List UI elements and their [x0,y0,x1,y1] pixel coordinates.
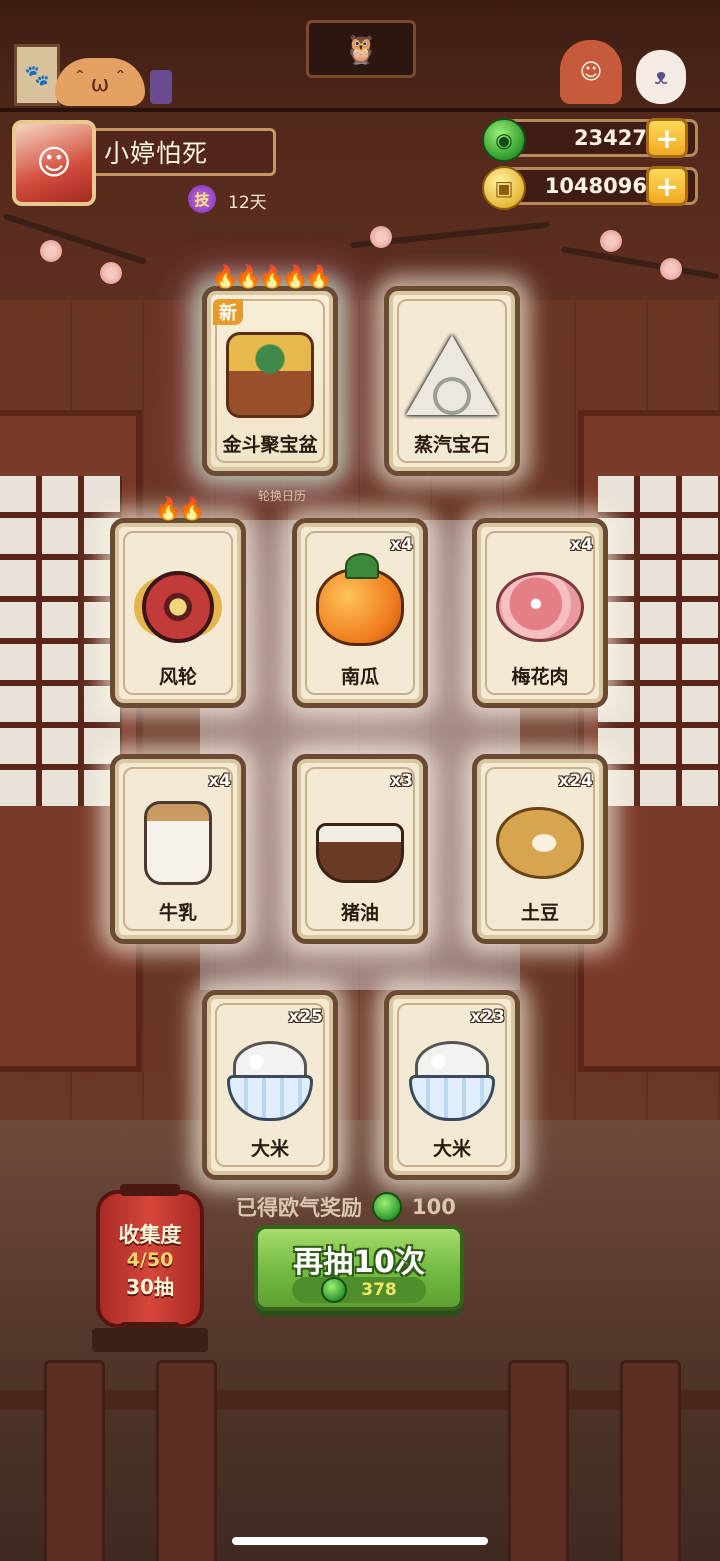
wind-wheel-icon [134,563,222,651]
swirl-icon [433,377,471,415]
player-name: 小婷怕死 [104,139,209,168]
white-cat-icon: ᴥ [636,50,686,104]
luck-reward-label: 已得欧气奖励 [236,1196,362,1220]
player-avatar[interactable]: ☺ [12,120,96,206]
player-name-plate: 小婷怕死 [96,128,276,176]
blossom-icon [100,262,122,284]
collection-lantern-button[interactable]: 收集度 4/50 30抽 [96,1184,204,1334]
pork-icon [496,563,584,651]
card-name: 土豆 [520,902,559,924]
card-name: 梅花肉 [511,666,569,688]
card-treasure-bowl[interactable]: 🔥🔥🔥🔥🔥 新 金斗聚宝盆 [202,265,338,476]
plus-icon: + [655,169,679,203]
purple-box-icon [150,70,172,104]
right-window [578,410,720,1072]
lard-icon [316,799,404,887]
owl-portrait-icon: 🦉 [343,32,379,66]
card-name: 蒸汽宝石 [413,434,490,456]
card-count: x4 [208,771,231,791]
owl-portrait-sign[interactable]: 🦉 [306,20,416,78]
card-name: 风轮 [158,666,197,688]
card-rice[interactable]: x23 大米 [384,990,520,1180]
card-name: 南瓜 [340,666,379,688]
draw-again-label: 再抽10次 [293,1245,425,1280]
collection-draws: 30抽 [126,1274,174,1299]
draw-again-button[interactable]: 再抽10次 378 [254,1225,464,1311]
card-count: x25 [288,1007,323,1027]
treasure-bowl-icon [226,331,314,419]
blossom-branch [2,212,148,266]
lantern-stand [92,1328,208,1352]
card-potato[interactable]: x24 土豆 [472,754,608,944]
skill-badge-icon[interactable]: 技 [188,185,216,213]
collection-progress: 4/50 [126,1248,174,1271]
fence-post [508,1360,569,1561]
card-count: x24 [558,771,593,791]
blossom-branch [560,246,720,280]
card-name: 金斗聚宝盆 [222,434,318,456]
add-coin-button[interactable]: + [646,166,688,206]
draw-cost: 378 [292,1277,426,1303]
card-count: x4 [390,535,413,555]
card-count: x3 [390,771,413,791]
add-jade-button[interactable]: + [646,118,688,158]
collection-title: 收集度 [118,1222,182,1247]
card-pumpkin[interactable]: x4 南瓜 [292,518,428,708]
home-indicator[interactable] [232,1537,488,1545]
rotation-calendar-caption: 轮换日历 [257,489,306,503]
blossom-icon [370,226,392,248]
blossom-icon [40,240,62,262]
avatar-face-icon: ☺ [36,143,72,183]
sleeping-cat-icon: ＾ω＾ [55,58,145,106]
rarity-flames-icon: 🔥🔥 [154,497,206,522]
jade-balance: 23427 [573,126,647,150]
reading-character-icon: ☺ [560,40,622,104]
days-counter: 12天 [228,193,267,213]
card-count: x4 [570,535,593,555]
rice-bowl-icon [408,1035,496,1123]
draw-cost-value: 378 [361,1280,397,1300]
card-steam-gem[interactable]: 蒸汽宝石 [384,286,520,476]
card-rice[interactable]: x25 大米 [202,990,338,1180]
card-lard[interactable]: x3 猪油 [292,754,428,944]
window-lattice [598,476,720,806]
fence-rail [0,1390,720,1410]
potato-icon [496,799,584,887]
blossom-icon [600,230,622,252]
card-wind-wheel[interactable]: 🔥🔥 风轮 [110,497,246,708]
card-count: x23 [470,1007,505,1027]
card-name: 猪油 [340,902,379,924]
jade-icon [321,1277,348,1303]
plus-icon: + [655,121,679,155]
rice-bowl-icon [226,1035,314,1123]
blossom-icon [660,258,682,280]
fence-post [44,1360,105,1561]
pumpkin-icon [316,553,404,651]
luck-reward-value: 100 [412,1195,456,1219]
card-pork[interactable]: x4 梅花肉 [472,518,608,708]
luck-reward-row: 已得欧气奖励 100 [236,1190,456,1224]
paw-box-icon: 🐾 [14,44,60,106]
window-lattice [0,476,122,806]
coin-icon: ▣ [482,166,526,210]
jade-icon [372,1192,402,1222]
rarity-flames-icon: 🔥🔥🔥🔥🔥 [211,265,333,290]
card-name: 大米 [250,1138,289,1160]
fence-post [620,1360,681,1561]
card-name: 牛乳 [158,902,197,924]
card-name: 大米 [432,1138,471,1160]
card-milk[interactable]: x4 牛乳 [110,754,246,944]
fence-post [156,1360,217,1561]
coin-balance: 1048096 [544,174,647,198]
jade-icon: ◉ [482,118,526,162]
new-tag: 新 [213,299,243,325]
milk-jar-icon [134,799,222,887]
